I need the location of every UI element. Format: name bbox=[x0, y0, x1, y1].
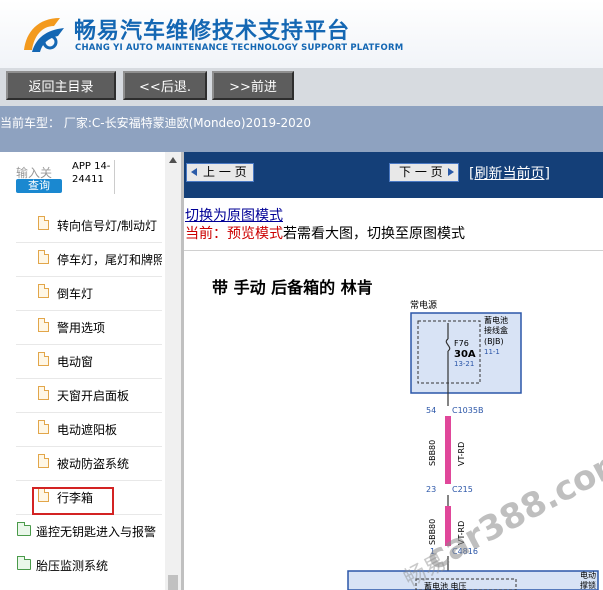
tree-item-sunroof[interactable]: 天窗开启面板 bbox=[16, 379, 162, 413]
tree-item-turn-signal[interactable]: 转向信号灯/制动灯 bbox=[16, 209, 162, 243]
platform-subtitle: CHANG YI AUTO MAINTENANCE TECHNOLOGY SUP… bbox=[75, 43, 404, 53]
document-icon bbox=[38, 318, 49, 332]
module-box bbox=[347, 570, 599, 590]
arrow-right-icon bbox=[448, 168, 454, 176]
connector-c1035b: C1035B bbox=[452, 406, 483, 415]
prev-page-label: 上 一 页 bbox=[203, 165, 247, 179]
search-button[interactable]: 查询 bbox=[16, 179, 62, 193]
back-button[interactable]: <<后退. bbox=[123, 71, 207, 100]
current-vehicle-label: 当前车型： 厂家:C-长安福特蒙迪欧(Mondeo)2019-2020 bbox=[0, 116, 311, 130]
document-icon bbox=[38, 250, 49, 264]
app-code: APP 14- 24411 bbox=[72, 160, 115, 194]
tree-item-sunshade[interactable]: 电动遮阳板 bbox=[16, 413, 162, 447]
mode-line: 当前：预览模式若需看大图，切换至原图模式 bbox=[185, 223, 465, 243]
selected-item-highlight bbox=[32, 487, 114, 515]
tree-item-parking-lamps[interactable]: 停车灯，尾灯和牌照 bbox=[16, 243, 162, 277]
tree-item-power-windows[interactable]: 电动窗 bbox=[16, 345, 162, 379]
forward-button[interactable]: >>前进 bbox=[212, 71, 294, 100]
tree-item-label: 天窗开启面板 bbox=[57, 389, 130, 403]
wire-color-1: VT-RD bbox=[457, 442, 466, 466]
wire-id-1: SBB80 bbox=[428, 440, 437, 466]
tree-item-police-options[interactable]: 警用选项 bbox=[16, 311, 162, 345]
bjb-label-2: 接线盒 bbox=[484, 325, 508, 335]
right-label-2: 撑锁 bbox=[580, 580, 596, 590]
app-header: 畅易汽车维修技术支持平台 CHANG YI AUTO MAINTENANCE T… bbox=[0, 0, 603, 68]
document-icon bbox=[38, 216, 49, 230]
folder-icon bbox=[17, 556, 31, 570]
home-button[interactable]: 返回主目录 bbox=[6, 71, 116, 100]
folder-tire-pressure[interactable]: 胎压监测系统 bbox=[0, 549, 170, 583]
vehicle-info-bar: 当前车型： 厂家:C-长安福特蒙迪欧(Mondeo)2019-2020 bbox=[0, 106, 603, 152]
power-label: 常电源 bbox=[410, 299, 437, 311]
arrow-left-icon bbox=[191, 168, 197, 176]
fuse-amp: 30A bbox=[454, 349, 476, 360]
document-icon bbox=[38, 284, 49, 298]
tree-item-label: 电动窗 bbox=[57, 355, 94, 369]
scroll-thumb[interactable] bbox=[168, 575, 178, 590]
next-page-button[interactable]: 下 一 页 bbox=[389, 163, 459, 182]
bjb-ref: 11-1 bbox=[484, 348, 500, 356]
document-icon bbox=[38, 386, 49, 400]
prev-page-button[interactable]: 上 一 页 bbox=[186, 163, 254, 182]
tree-item-label: 转向信号灯/制动灯 bbox=[57, 219, 158, 233]
connector-c215: C215 bbox=[452, 485, 473, 494]
app-code-line-1: APP 14- bbox=[72, 161, 111, 172]
tree-item-label: 被动防盗系统 bbox=[57, 457, 130, 471]
pin-54: 54 bbox=[426, 406, 436, 415]
document-icon bbox=[38, 352, 49, 366]
mode-hint: 若需看大图，切换至原图模式 bbox=[283, 226, 465, 242]
wiring-diagram: 带 手动 后备箱的 林肯 常电源 F76 30A 13-21 蓄电池 接线盒 (… bbox=[212, 278, 603, 590]
pin-23: 23 bbox=[426, 485, 436, 494]
folder-label: 遥控无钥匙进入与报警 bbox=[36, 525, 157, 539]
diagram-title: 带 手动 后备箱的 林肯 bbox=[212, 278, 373, 297]
switch-original-link[interactable]: 切换为原图模式 bbox=[185, 205, 283, 225]
current-mode-label: 当前：预览模式 bbox=[185, 226, 283, 242]
folder-label: 胎压监测系统 bbox=[36, 559, 109, 573]
tree-item-label: 警用选项 bbox=[57, 321, 106, 335]
app-code-line-2: 24411 bbox=[72, 174, 104, 185]
scroll-up-arrow-icon[interactable] bbox=[169, 157, 177, 163]
document-icon bbox=[38, 454, 49, 468]
bjb-label-3: (BJB) bbox=[484, 337, 504, 346]
wire-vt-rd-1 bbox=[445, 416, 451, 484]
fuse-ref: 13-21 bbox=[454, 360, 474, 368]
folder-icon bbox=[17, 522, 31, 536]
sidebar-scrollbar[interactable] bbox=[165, 152, 181, 590]
tree-item-label: 倒车灯 bbox=[57, 287, 94, 301]
refresh-link[interactable]: [刷新当前页] bbox=[469, 163, 550, 183]
platform-logo-icon bbox=[24, 18, 64, 52]
tree-item-anti-theft[interactable]: 被动防盗系统 bbox=[16, 447, 162, 481]
fuse-id: F76 bbox=[454, 339, 469, 348]
folder-keyless-entry[interactable]: 遥控无钥匙进入与报警 bbox=[0, 515, 170, 549]
bjb-label-1: 蓄电池 bbox=[484, 315, 508, 325]
tree-item-reverse-lamps[interactable]: 倒车灯 bbox=[16, 277, 162, 311]
next-page-label: 下 一 页 bbox=[399, 165, 443, 179]
right-label-1: 电动 bbox=[580, 570, 596, 580]
tree-item-label: 停车灯，尾灯和牌照 bbox=[57, 253, 162, 267]
document-icon bbox=[38, 420, 49, 434]
platform-title: 畅易汽车维修技术支持平台 bbox=[74, 19, 351, 44]
tree-item-label: 电动遮阳板 bbox=[57, 423, 118, 437]
